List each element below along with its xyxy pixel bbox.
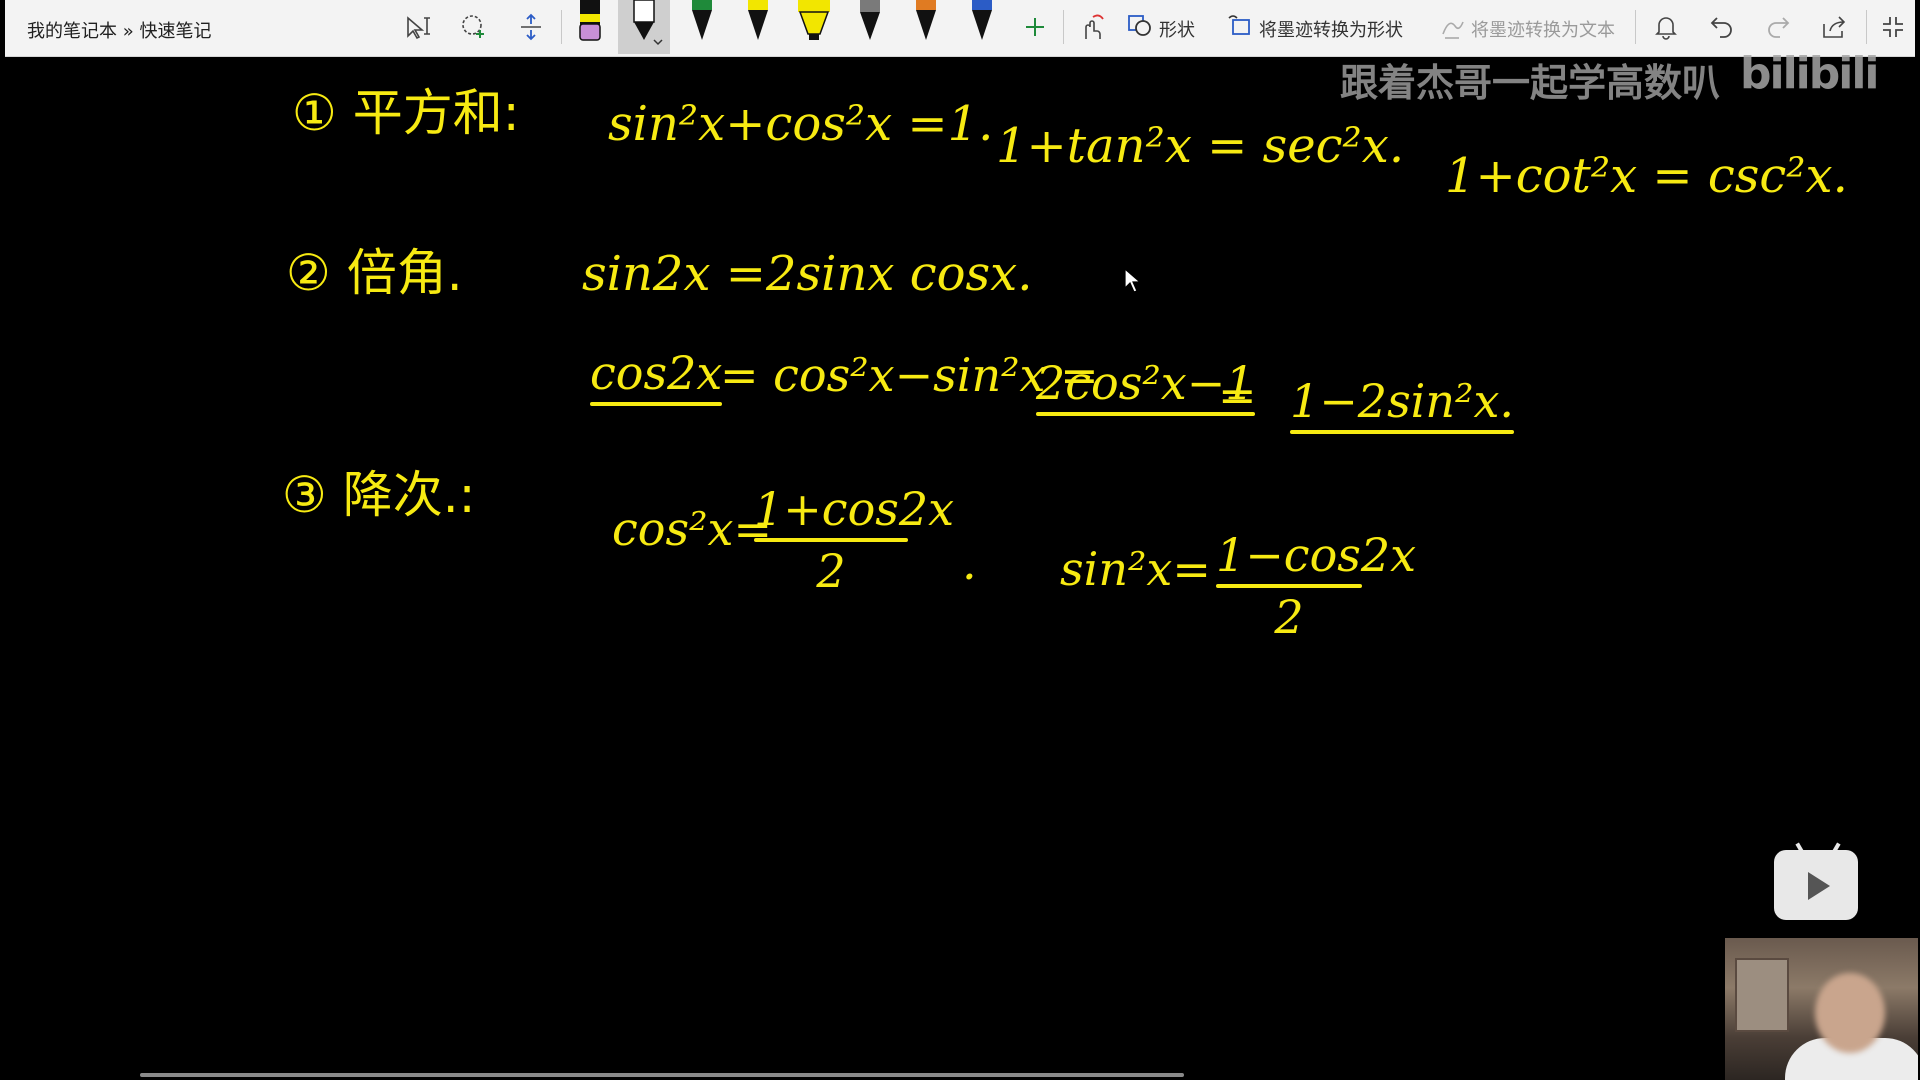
webcam-background-window <box>1735 958 1789 1032</box>
pen-icon[interactable] <box>908 0 944 50</box>
item3-cos-denominator: 2 <box>816 544 846 598</box>
shapes-icon[interactable] <box>1127 14 1153 42</box>
item2-cos2x: cos2x <box>590 346 723 400</box>
shapes-button[interactable]: 形状 <box>1159 16 1195 42</box>
item1-equation-cot-csc: 1+cot²x = csc²x. <box>1445 148 1848 204</box>
toolbar-divider <box>1635 10 1636 44</box>
item3-cos-fraction: 1+cos2x 2 <box>754 482 955 598</box>
touch-draw-icon[interactable] <box>1071 8 1111 46</box>
item3-sin-denominator: 2 <box>1274 590 1304 644</box>
ribbon-toolbar: 我的笔记本 » 快速笔记 形状 将墨迹转换为形状 将墨迹转换为文本 <box>5 0 1915 57</box>
item2-cos2x-underlined: cos2x <box>590 346 723 408</box>
item2-form-1-2sin: 1−2sin²x. <box>1290 374 1515 428</box>
collapse-fullscreen-icon[interactable] <box>1873 8 1913 46</box>
item2-equation-sin2x: sin2x =2sinx cosx. <box>582 246 1033 302</box>
pencil-icon[interactable] <box>852 0 888 50</box>
webcam-video <box>1725 938 1918 1080</box>
toolbar-divider <box>1866 10 1867 44</box>
share-icon[interactable] <box>1814 8 1854 46</box>
item2-form-1-2sin-underlined: 1−2sin²x. <box>1290 374 1515 436</box>
item2-label: ② 倍角. <box>286 244 463 302</box>
fraction-bar <box>1216 584 1362 588</box>
ink-to-text-icon <box>1439 14 1465 44</box>
ink-to-shape-icon[interactable] <box>1227 14 1253 42</box>
add-space-icon[interactable] <box>511 8 551 46</box>
item1-equation-tan-sec: 1+tan²x = sec²x. <box>996 118 1405 174</box>
item3-cos-numerator: 1+cos2x <box>754 482 955 536</box>
play-icon[interactable] <box>1774 850 1858 920</box>
pen-icon[interactable] <box>684 0 720 50</box>
redo-icon <box>1758 8 1798 46</box>
mouse-cursor-icon <box>1124 267 1142 298</box>
highlighter-icon[interactable] <box>794 0 834 50</box>
underline <box>1290 430 1515 434</box>
horizontal-scrollbar[interactable] <box>140 1073 1184 1077</box>
toolbar-divider <box>561 10 562 44</box>
undo-icon[interactable] <box>1702 8 1742 46</box>
item3-separator-dot: . <box>962 536 977 590</box>
item3-sin-numerator: 1−cos2x <box>1216 528 1417 582</box>
ink-to-text-button: 将墨迹转换为文本 <box>1471 20 1615 41</box>
bilibili-logo: bilibili <box>1740 48 1879 99</box>
item3-cos-lhs: cos²x= <box>612 502 772 556</box>
breadcrumb[interactable]: 我的笔记本 » 快速笔记 <box>27 17 211 43</box>
select-text-icon[interactable] <box>398 8 438 46</box>
toolbar-divider <box>1063 10 1064 44</box>
fraction-bar <box>754 538 908 542</box>
item3-sin-lhs: sin²x= <box>1060 542 1211 596</box>
lasso-add-icon[interactable] <box>454 8 494 46</box>
ink-to-shape-button[interactable]: 将墨迹转换为形状 <box>1259 16 1403 42</box>
pen-icon[interactable] <box>740 0 776 50</box>
note-canvas[interactable] <box>5 57 1915 1080</box>
pen-icon[interactable] <box>964 0 1000 50</box>
watermark-text: 跟着杰哥一起学高数叭 <box>1340 61 1721 105</box>
item2-equals-sign: = <box>1218 368 1257 422</box>
bell-icon[interactable] <box>1646 8 1686 46</box>
item3-sin-fraction: 1−cos2x 2 <box>1216 528 1417 644</box>
item3-label: ③ 降次.: <box>282 466 476 524</box>
underline <box>590 402 723 406</box>
pen-icon[interactable] <box>618 0 670 54</box>
item1-equation-sin-cos: sin²x+cos²x =1. <box>608 96 994 152</box>
webcam-person-face <box>1815 973 1885 1053</box>
item1-label: ① 平方和: <box>292 84 520 142</box>
pen-icon[interactable] <box>572 0 608 50</box>
add-pen-icon[interactable] <box>1017 8 1053 46</box>
